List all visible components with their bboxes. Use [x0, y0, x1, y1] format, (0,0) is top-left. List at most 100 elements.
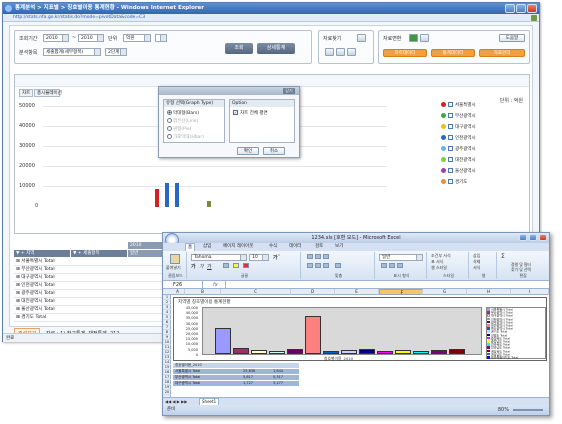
legend-item[interactable]: 광주광역시	[441, 145, 476, 154]
table-row[interactable]: ⊞ 경기도 Total	[14, 314, 164, 322]
dialog-close-button[interactable]: 닫기	[283, 88, 295, 94]
table-row[interactable]: ⊞ 울산광역시 Total	[14, 306, 164, 314]
align-left-icon[interactable]	[307, 263, 313, 268]
font-color-icon[interactable]	[243, 263, 249, 268]
grid-icon[interactable]	[336, 48, 345, 56]
align-top-icon[interactable]	[307, 254, 313, 259]
tab-view[interactable]: 보기	[333, 243, 345, 251]
border-icon[interactable]	[223, 263, 229, 268]
table-row[interactable]: ⊞ 광주광역시 Total	[14, 290, 164, 298]
legend-item[interactable]: 인천광역시	[441, 134, 476, 143]
unit-select[interactable]: 억원	[123, 34, 151, 42]
pivot-row[interactable]: 대구광역시 Total 1,727 3,177	[173, 381, 299, 386]
tab-chart[interactable]: 차트	[19, 89, 33, 97]
legend-item[interactable]: 서울특별시	[441, 101, 476, 110]
tab-review[interactable]: 검토	[313, 243, 325, 251]
zoom-level[interactable]: 80%	[498, 405, 509, 415]
underline-icon[interactable]: 가	[207, 263, 212, 270]
close-button[interactable]	[527, 4, 537, 13]
table-row[interactable]: ⊞ 대전광역시 Total	[14, 298, 164, 306]
pivot-row[interactable]: 부산광역시 Total 5,817 5,317	[173, 375, 299, 380]
comma-icon[interactable]	[397, 263, 403, 268]
tab-page-layout[interactable]: 페이지 레이아웃	[221, 243, 255, 251]
unit-extra-select[interactable]	[155, 34, 167, 42]
pivot-header-row[interactable]: 칭호별이용_2010	[173, 363, 299, 368]
radio-hbar[interactable]: 가로막대(Hbar)	[167, 134, 204, 140]
legend-item[interactable]: 대전광역시	[441, 156, 476, 165]
font-size-select[interactable]: 10	[249, 254, 269, 261]
detail-stats-button[interactable]: 상세통계	[257, 43, 295, 54]
table-row[interactable]: ⊞ 대구광역시 Total	[14, 274, 164, 282]
tab-data[interactable]: 데이터	[287, 243, 303, 251]
end-year-select[interactable]: 2010	[78, 34, 104, 42]
excel-maximize-button[interactable]	[529, 234, 537, 241]
align-right-icon[interactable]	[323, 263, 329, 268]
ok-button[interactable]: 확인	[237, 147, 259, 155]
legend-item[interactable]: 경기도	[441, 178, 467, 187]
zoom-slider[interactable]	[513, 409, 543, 411]
paste-icon[interactable]	[170, 254, 180, 264]
excel-icon[interactable]	[409, 34, 418, 42]
excel-close-button[interactable]	[539, 234, 547, 241]
flat-chart-checkbox[interactable]: ✓ 차트 전체 평면	[233, 110, 268, 116]
align-middle-icon[interactable]	[315, 254, 321, 259]
align-center-icon[interactable]	[315, 263, 321, 268]
align-bottom-icon[interactable]	[323, 254, 329, 259]
worksheet[interactable]: 지역별 칭호별이용 통계현황 45,000 40,000 35,000 30,0…	[171, 295, 549, 397]
excel-minimize-button[interactable]	[519, 234, 527, 241]
query-button[interactable]: 조회	[225, 43, 253, 54]
tab-insert[interactable]: 삽입	[201, 243, 213, 251]
percent-icon[interactable]	[389, 263, 395, 268]
radio-pie[interactable]: 원형(Pie)	[167, 126, 191, 132]
maximize-button[interactable]	[516, 4, 526, 13]
table-row[interactable]: ⊞ 부산광역시 Total	[14, 266, 164, 274]
data-manage-button[interactable]: 자료관리	[479, 49, 525, 57]
col-item-header[interactable]: ▼ + 세출항목	[71, 250, 127, 257]
formula-input[interactable]	[225, 281, 547, 289]
chart-data-button[interactable]: 차트데이터	[383, 49, 427, 57]
tab-simulation[interactable]: 총시뮬레이션	[34, 89, 62, 97]
number-format-select[interactable]: 일반	[379, 254, 423, 261]
level-select[interactable]: 2단계	[105, 48, 127, 56]
table-icon[interactable]	[325, 48, 334, 56]
minimize-button[interactable]	[505, 4, 515, 13]
row-header[interactable]: 20	[163, 390, 171, 395]
fx-icon[interactable]: fx	[213, 281, 218, 289]
radio-bars[interactable]: 막대형(Bars)	[167, 110, 199, 116]
sum-icon[interactable]: Σ	[501, 253, 505, 260]
fill-color-icon[interactable]	[233, 263, 239, 268]
legend-item[interactable]: 대구광역시	[441, 123, 476, 132]
sheet-tab[interactable]: Sheet1	[199, 398, 220, 405]
name-box[interactable]: F26	[163, 281, 203, 289]
print-icon[interactable]	[420, 34, 429, 42]
cancel-button[interactable]: 취소	[263, 147, 285, 155]
list-icon[interactable]	[347, 48, 356, 56]
font-name-select[interactable]: Tahoma	[191, 254, 247, 261]
pivot-row[interactable]: 서울특별시 Total 25,836 1,644	[173, 369, 299, 374]
start-year-select[interactable]: 2010	[43, 34, 69, 42]
table-row[interactable]: ⊞ 서울특별시 Total	[14, 258, 164, 266]
bold-icon[interactable]: 가	[191, 263, 196, 270]
search-icon[interactable]	[357, 34, 366, 42]
tab-formulas[interactable]: 수식	[267, 243, 279, 251]
currency-icon[interactable]	[381, 263, 387, 268]
legend-item[interactable]: 부산광역시	[441, 112, 476, 121]
radio-line[interactable]: 꺾은선(Line)	[167, 118, 198, 124]
address-bar[interactable]: http://stats.nfa.go.kr/statis.do?mode=pi…	[3, 14, 539, 22]
stat-data-button[interactable]: 통계데이터	[431, 49, 475, 57]
col-region-header[interactable]: ▼ + 지역	[14, 250, 70, 257]
legend-item[interactable]: 울산광역시	[441, 167, 476, 176]
table-row[interactable]: ⊞ 인천광역시 Total	[14, 282, 164, 290]
merge-icon[interactable]	[335, 263, 341, 268]
tab-home[interactable]: 홈	[185, 243, 196, 251]
italic-icon[interactable]: 가	[199, 263, 204, 270]
go-icon[interactable]	[531, 15, 537, 21]
paste-label[interactable]: 붙여넣기	[166, 265, 181, 271]
help-button[interactable]: 도움말	[499, 34, 525, 42]
y-tick-label: 50000	[19, 103, 35, 109]
cell-style-button[interactable]: 셀 스타일	[431, 265, 447, 271]
analysis-select[interactable]: 세출합계(세부항목)	[43, 48, 101, 56]
embedded-chart[interactable]: 지역별 칭호별이용 통계현황 45,000 40,000 35,000 30,0…	[173, 297, 547, 361]
format-button[interactable]: 서식	[473, 265, 480, 271]
grow-font-icon[interactable]: 가ˆ	[273, 254, 280, 261]
